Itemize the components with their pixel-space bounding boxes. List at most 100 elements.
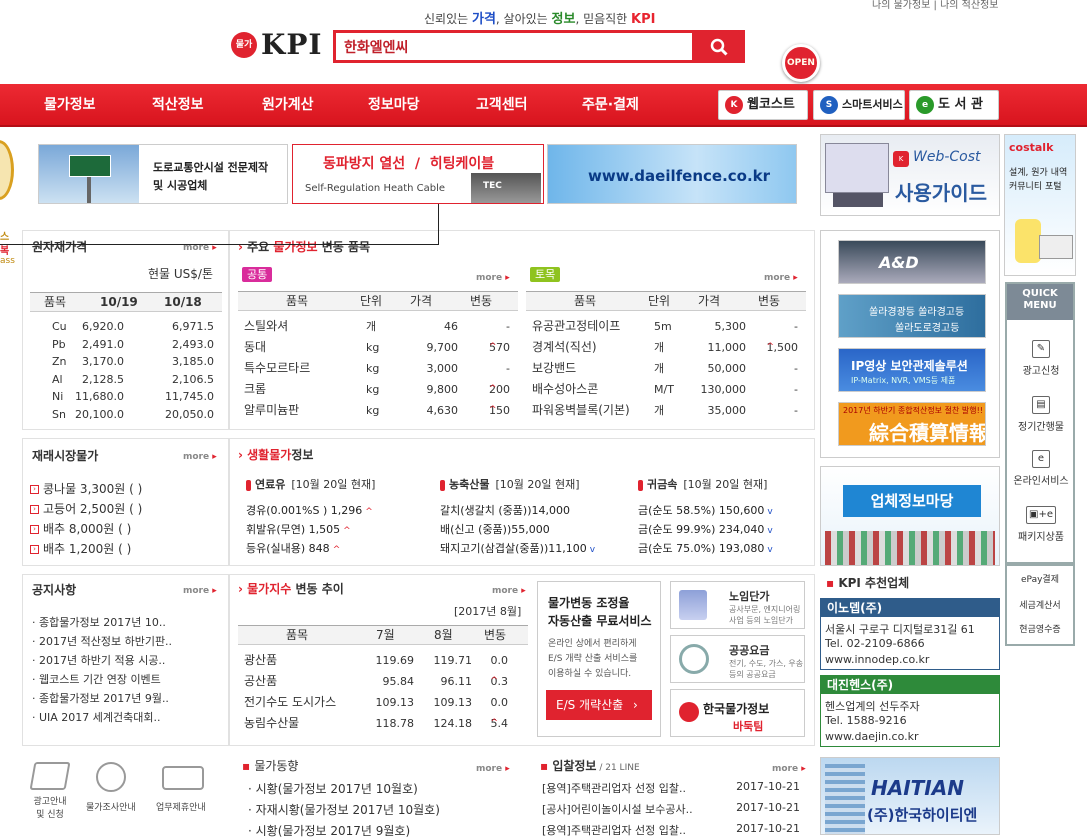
heating-cable-banner[interactable]: 동파방지 열선 / 히팅케이블 Self-Regulation Heath Ca…: [292, 144, 544, 204]
notice-item[interactable]: · 웹코스트 기간 연장 이벤트: [32, 671, 161, 687]
common-row[interactable]: 크롬 kg 9,800 ^ 200: [238, 379, 518, 400]
down-arrow-icon: v: [767, 507, 773, 517]
quick-periodicals[interactable]: ▤ 정기간행물: [1007, 396, 1075, 433]
bid-more[interactable]: more: [772, 764, 806, 774]
bid-item[interactable]: [공사]어린이놀이시설 보수공사.. 2017-10-21: [542, 801, 800, 817]
civil-row[interactable]: 보강밴드 개 50,000 -: [526, 358, 806, 379]
haitian-banner[interactable]: HAITIAN (주)한국하이티엔: [820, 757, 1000, 835]
company-info-banner[interactable]: 업체정보마당: [820, 466, 1000, 566]
nav-cost-calc[interactable]: 원가계산: [262, 84, 314, 127]
costalk-banner[interactable]: costalk 설계, 원가 내역 커뮤니티 포털: [1004, 134, 1076, 276]
civil-row[interactable]: 배수성아스콘 M/T 130,000 -: [526, 379, 806, 400]
estimate-book-banner[interactable]: 2017년 하반기 종합적산정보 절찬 발행!! 綜合積算情報: [838, 402, 986, 446]
market-item[interactable]: › 배추 8,000원 ( ): [30, 520, 131, 537]
tax-invoice-link[interactable]: 세금계산서: [1007, 598, 1073, 611]
notice-item[interactable]: · 종합물가정보 2017년 9월..: [32, 690, 169, 706]
trend-item[interactable]: · 시황(물가정보 2017년 9월호): [248, 822, 410, 839]
civil-row[interactable]: 유공관고정테이프 5m 5,300 -: [526, 316, 806, 337]
living-item[interactable]: 등유(실내용) 848 ^: [246, 540, 340, 556]
price-1019: 11,680.0: [75, 390, 124, 403]
labor-cost-banner[interactable]: 노임단가 공사부문, 엔지니어링 사업 등의 노임단가: [670, 581, 805, 629]
trend-more[interactable]: more: [476, 764, 510, 774]
trend-item[interactable]: · 시황(물가정보 2017년 10월호): [248, 780, 418, 797]
kpi-logo[interactable]: 물가 KPI: [231, 28, 323, 61]
ip-video-banner[interactable]: IP영상 보안관제솔루션 IP-Matrix, NVR, VMS등 제품: [838, 348, 986, 392]
bid-item[interactable]: [용역]주택관리업자 선정 입찰.. 2017-10-21: [542, 780, 800, 796]
civil-more[interactable]: more: [764, 273, 798, 283]
nav-order-payment[interactable]: 주문·결제: [582, 84, 639, 127]
company-web[interactable]: www.daejin.co.kr: [825, 730, 919, 743]
thermometer-icon: [638, 479, 643, 491]
solar-line2: 쏠라도로경고등: [895, 323, 960, 334]
fence-banner[interactable]: www.daeilfence.co.kr: [547, 144, 797, 204]
market-item[interactable]: › 콩나물 3,300원 ( ): [30, 480, 142, 497]
living-item[interactable]: 배(신고 (중품))55,000: [440, 521, 550, 537]
search-button[interactable]: [692, 30, 745, 63]
road-safety-banner[interactable]: 도로교통안시설 전문제작 및 시공업체: [38, 144, 288, 204]
smart-service-button[interactable]: S 스마트서비스: [813, 90, 905, 120]
living-item[interactable]: 돼지고기(삼겹살(중품))11,100 v: [440, 540, 595, 556]
civil-row[interactable]: 파워옹벽블록(기본) 개 35,000 -: [526, 400, 806, 421]
company-addr: 헨스업계의 선두주자: [825, 700, 920, 713]
civil-row[interactable]: 경계석(직선) 개 11,000 ^ 1,500: [526, 337, 806, 358]
company-name: 이노뎁(주): [821, 599, 999, 617]
index-more[interactable]: more: [492, 586, 526, 596]
index-row: 농림수산물 118.78 124.18 ^ 5.4: [238, 713, 528, 734]
traditional-more[interactable]: more: [183, 452, 217, 462]
company-web[interactable]: www.innodep.co.kr: [825, 653, 929, 666]
nav-customer-center[interactable]: 고객센터: [476, 84, 528, 127]
nav-price-info[interactable]: 물가정보: [44, 84, 96, 127]
nav-estimate-info[interactable]: 적산정보: [152, 84, 204, 127]
notice-item[interactable]: · UIA 2017 세계건축대회..: [32, 709, 161, 725]
library-button[interactable]: e도 서 관: [909, 90, 999, 120]
living-item[interactable]: 금(순도 75.0%) 193,080 v: [638, 540, 773, 556]
quick-package[interactable]: ▣+e 패키지상품: [1007, 506, 1075, 543]
epay-link[interactable]: ePay결제: [1007, 572, 1073, 585]
common-row[interactable]: 특수모르타르 kg 3,000 -: [238, 358, 518, 379]
living-item[interactable]: 경유(0.001%S ) 1,296 ^: [246, 502, 373, 518]
labor-desc: 공사부문, 엔지니어링: [729, 605, 801, 614]
webcost-guide-banner[interactable]: K Web-Cost 사용가이드: [820, 134, 1000, 216]
search-input[interactable]: [344, 37, 684, 57]
company-card-innodep[interactable]: 이노뎁(주) 서울시 구로구 디지털로31길 61 Tel. 02-2109-6…: [820, 598, 1000, 670]
webcost-button[interactable]: K 웹코스트: [718, 90, 808, 120]
nav-info-yard[interactable]: 정보마당: [368, 84, 420, 127]
item-name: 크롬: [244, 382, 267, 396]
living-col-date: [10월 20일 현재]: [495, 478, 580, 491]
survey-guide-label[interactable]: 물가조사안내: [86, 800, 136, 813]
raw-material-row: Zn 3,170.0 3,185.0: [30, 353, 222, 371]
solar-banner[interactable]: 쏠라경광등 쏠라경고등 쏠라도로경고등: [838, 294, 986, 338]
quick-online-service[interactable]: e 온라인서비스: [1007, 450, 1075, 487]
bid-item[interactable]: [용역]주택관리업자 선정 입찰.. 2017-10-21: [542, 822, 800, 838]
notice-item[interactable]: · 2017년 하반기 적용 시공..: [32, 652, 165, 668]
living-item[interactable]: 갈치(생갈치 (중품))14,000: [440, 502, 570, 518]
common-more[interactable]: more: [476, 273, 510, 283]
quick-ad-apply[interactable]: ✎ 광고신청: [1007, 340, 1075, 377]
common-row[interactable]: 스틸와셔 개 46 -: [238, 316, 518, 337]
company-card-daejin[interactable]: 대진헨스(주) 헨스업계의 선두주자 Tel. 1588-9216 www.da…: [820, 675, 1000, 747]
notice-more[interactable]: more: [183, 586, 217, 596]
public-fee-banner[interactable]: 공공요금 전기, 수도, 가스, 우송 등의 공공요금: [670, 635, 805, 683]
living-item[interactable]: 휘발유(무연) 1,505 ^: [246, 521, 351, 537]
living-item[interactable]: 금(순도 99.9%) 234,040 v: [638, 521, 773, 537]
market-item[interactable]: › 고등어 2,500원 ( ): [30, 500, 142, 517]
price-1019: 2,491.0: [82, 337, 124, 351]
item-unit: 5m: [654, 320, 672, 333]
ad-banner-aand[interactable]: A&D: [838, 240, 986, 284]
index-row: 전기수도 도시가스 109.13 109.13 0.0: [238, 692, 528, 713]
solar-line1: 쏠라경광등 쏠라경고등: [869, 307, 965, 318]
es-calc-button[interactable]: E/S 개략산출 ›: [546, 690, 652, 720]
cash-receipt-link[interactable]: 현금영수증: [1007, 622, 1073, 635]
notice-item[interactable]: · 2017년 적산정보 하반기판..: [32, 633, 172, 649]
notice-item[interactable]: · 종합물가정보 2017년 10..: [32, 614, 166, 630]
trend-item[interactable]: · 자재시황(물가정보 2017년 10월호): [248, 801, 440, 818]
partnership-label[interactable]: 업무제휴안내: [156, 800, 206, 813]
living-item[interactable]: 금(순도 58.5%) 150,600 v: [638, 502, 773, 518]
ad-guide-label[interactable]: 광고안내 및 신청: [28, 794, 72, 820]
common-row[interactable]: 동대 kg 9,700 ^ 570: [238, 337, 518, 358]
market-item[interactable]: › 배추 1,200원 ( ): [30, 540, 131, 557]
bid-text: 주택관리업자 선정 입찰..: [570, 782, 687, 795]
top-links[interactable]: 나의 물가정보 | 나의 적산정보: [872, 0, 998, 11]
kpi-baduk-banner[interactable]: 한국물가정보 바둑팀: [670, 689, 805, 737]
common-row[interactable]: 알루미늄판 kg 4,630 ^ 150: [238, 400, 518, 421]
